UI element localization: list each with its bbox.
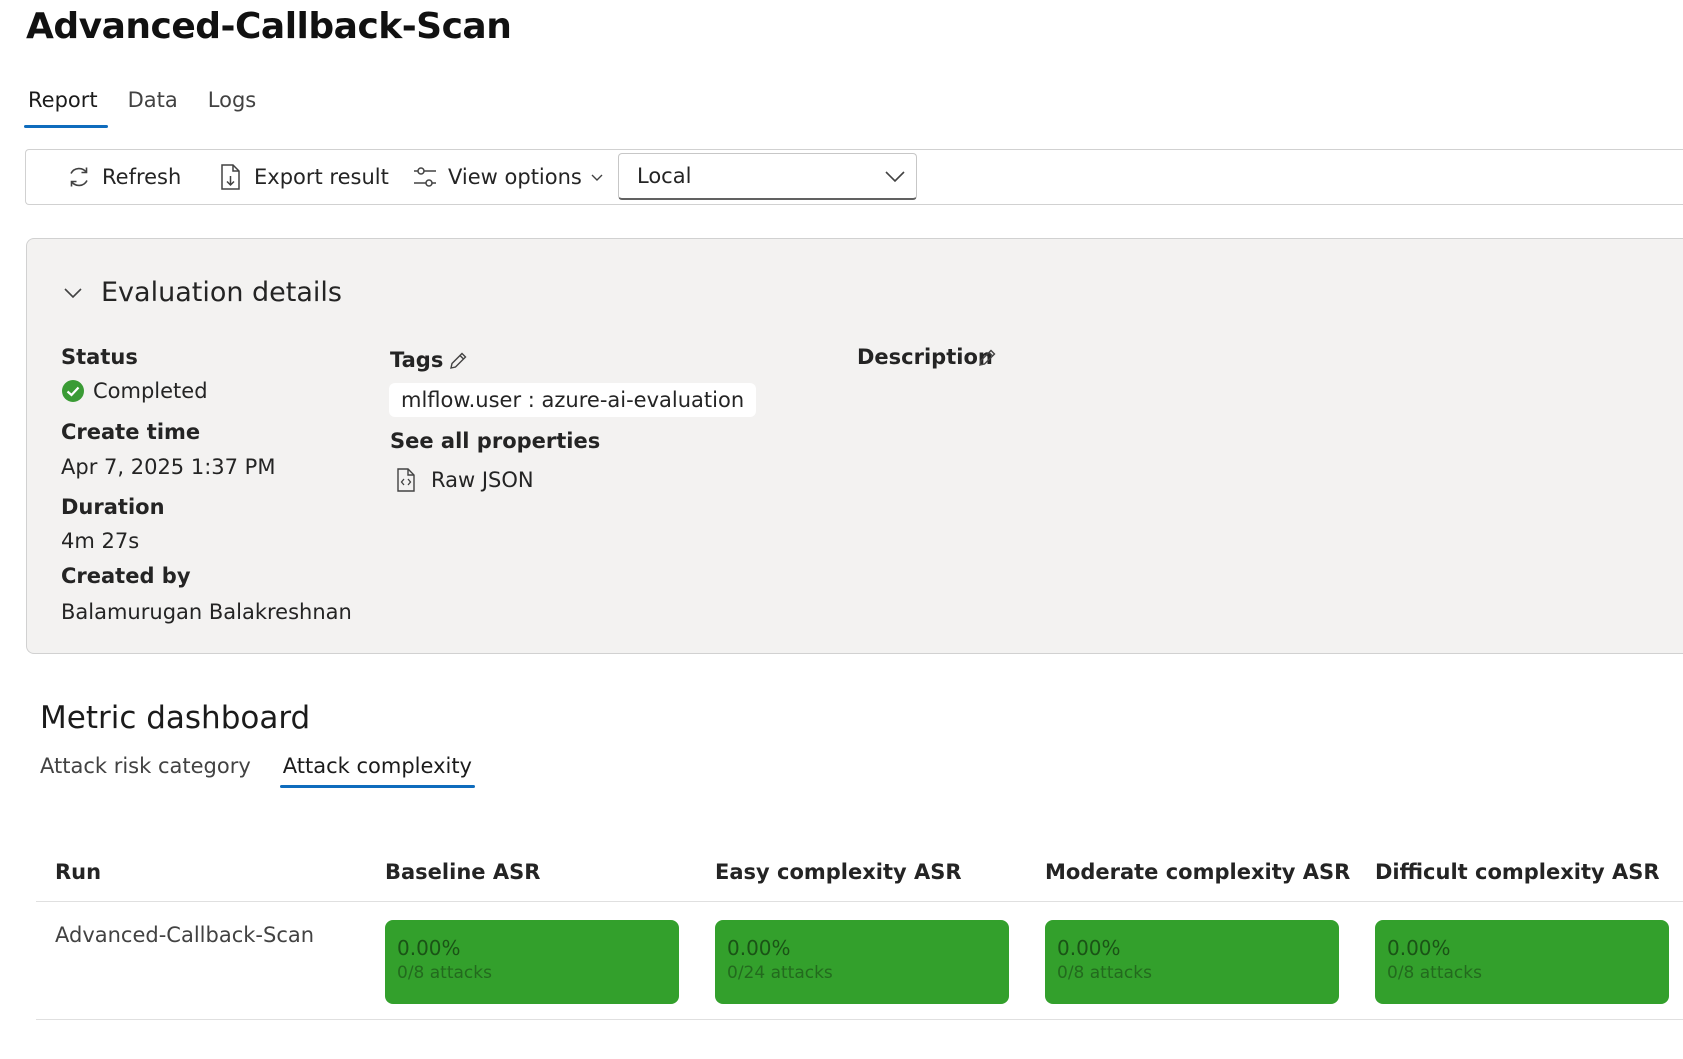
edit-description-pencil-icon[interactable] (976, 347, 998, 369)
options-sliders-icon (414, 167, 436, 187)
asr-percentage: 0.00% (727, 936, 791, 960)
asr-percentage: 0.00% (1057, 936, 1121, 960)
export-result-button[interactable]: Export result (218, 150, 389, 204)
evaluation-details-toggle[interactable]: Evaluation details (63, 277, 342, 308)
column-header-easy-asr: Easy complexity ASR (715, 860, 962, 884)
baseline-asr-cell: 0.00% 0/8 attacks (385, 920, 679, 1004)
code-file-icon (397, 468, 415, 492)
raw-json-label: Raw JSON (431, 468, 534, 492)
created-by-label: Created by (61, 564, 191, 588)
description-label: Description (857, 345, 993, 369)
location-dropdown[interactable]: Local (618, 153, 917, 200)
asr-attack-count: 0/8 attacks (1387, 963, 1482, 983)
duration-value: 4m 27s (61, 529, 140, 553)
create-time-label: Create time (61, 420, 201, 444)
export-document-icon (221, 164, 240, 190)
edit-tags-pencil-icon[interactable] (447, 350, 469, 372)
success-check-icon (62, 380, 84, 402)
refresh-button[interactable]: Refresh (66, 150, 181, 204)
status-text: Completed (93, 379, 208, 403)
page-title: Advanced-Callback-Scan (26, 6, 512, 47)
chevron-down-icon (591, 174, 603, 181)
run-name: Advanced-Callback-Scan (55, 923, 315, 947)
view-options-button[interactable]: View options (412, 150, 604, 204)
tab-logs[interactable]: Logs (206, 88, 262, 122)
top-tab-bar: Report Data Logs (24, 88, 284, 128)
create-time-value: Apr 7, 2025 1:37 PM (61, 455, 276, 479)
export-result-label: Export result (254, 165, 389, 189)
tab-data[interactable]: Data (126, 88, 184, 122)
tab-attack-complexity[interactable]: Attack complexity (279, 754, 476, 788)
column-header-moderate-asr: Moderate complexity ASR (1045, 860, 1351, 884)
evaluation-details-title: Evaluation details (101, 277, 342, 308)
column-header-run: Run (55, 860, 102, 884)
status-value: Completed (61, 379, 208, 403)
tag-chip: mlflow.user : azure-ai-evaluation (389, 383, 757, 417)
metric-tab-bar: Attack risk category Attack complexity (40, 754, 504, 788)
location-dropdown-value: Local (637, 164, 692, 188)
asr-percentage: 0.00% (1387, 936, 1451, 960)
metrics-table-header: Run Baseline ASR Easy complexity ASR Mod… (36, 846, 1683, 902)
tab-attack-risk-category[interactable]: Attack risk category (40, 754, 251, 778)
status-label: Status (61, 345, 138, 369)
asr-attack-count: 0/24 attacks (727, 963, 833, 983)
duration-label: Duration (61, 495, 165, 519)
raw-json-link[interactable]: Raw JSON (395, 467, 534, 493)
see-all-properties-label: See all properties (390, 429, 601, 453)
chevron-down-icon (885, 171, 905, 183)
refresh-label: Refresh (102, 165, 182, 189)
moderate-asr-cell: 0.00% 0/8 attacks (1045, 920, 1339, 1004)
asr-attack-count: 0/8 attacks (1057, 963, 1152, 983)
column-header-difficult-asr: Difficult complexity ASR (1375, 860, 1660, 884)
view-options-label: View options (448, 165, 582, 189)
metric-dashboard-title: Metric dashboard (40, 700, 311, 736)
toolbar: Refresh Export result View options Local (25, 149, 1683, 205)
asr-percentage: 0.00% (397, 936, 461, 960)
easy-asr-cell: 0.00% 0/24 attacks (715, 920, 1009, 1004)
column-header-baseline-asr: Baseline ASR (385, 860, 541, 884)
refresh-icon (70, 167, 88, 187)
chevron-down-icon (64, 287, 82, 298)
table-row: Advanced-Callback-Scan 0.00% 0/8 attacks… (36, 903, 1683, 1020)
tab-report[interactable]: Report (24, 88, 108, 128)
difficult-asr-cell: 0.00% 0/8 attacks (1375, 920, 1669, 1004)
asr-attack-count: 0/8 attacks (397, 963, 492, 983)
tags-label: Tags (390, 348, 444, 372)
evaluation-details-panel: Evaluation details Status Completed Crea… (26, 238, 1683, 654)
created-by-value: Balamurugan Balakreshnan (61, 600, 352, 624)
